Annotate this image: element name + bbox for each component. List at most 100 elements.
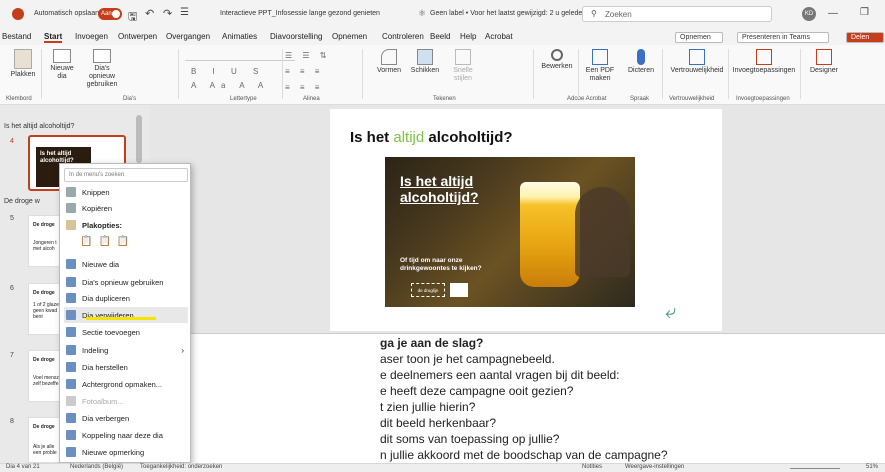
menu-reset-slide[interactable]: Dia herstellen (64, 359, 244, 375)
redo-icon[interactable]: ↷ (163, 7, 172, 20)
image-headline: Is het altijd alcoholtijd? (400, 173, 479, 205)
restore-icon[interactable]: ❐ (860, 7, 869, 18)
image-line2: alcoholtijd? (400, 189, 479, 205)
quick-styles-label: Snelle stijlen (453, 67, 473, 82)
menu-reuse-slides[interactable]: Dia's opnieuw gebruiken (64, 274, 244, 290)
slide-number-7: 7 (10, 352, 14, 359)
menu-new-slide[interactable]: Nieuwe dia (64, 256, 244, 272)
menu-add-section[interactable]: Sectie toevoegen (64, 324, 244, 340)
group-adobe: Adobe Acrobat (567, 96, 607, 102)
tab-animaties[interactable]: Animaties (222, 32, 257, 41)
slide[interactable]: Is het altijd alcoholtijd? Is het altijd… (330, 109, 722, 331)
create-pdf-button[interactable]: Een PDF maken (582, 49, 618, 83)
hide-slide-icon (66, 413, 76, 423)
zoom-slider[interactable] (790, 468, 840, 469)
menu-new-comment[interactable]: Nieuwe opmerking (64, 444, 244, 460)
delete-slide-icon (66, 310, 76, 320)
group-invoegtoepassingen: Invoegtoepassingen (736, 96, 790, 102)
menu-link-slide[interactable]: Koppeling naar deze dia (64, 427, 244, 443)
paragraph-controls[interactable]: ☰ ☰ ⇅ ≡ ≡ ≡ ≡ ≡ ≡ (285, 51, 345, 92)
sensitivity-button[interactable]: Vertrouwelijkheid (666, 49, 728, 75)
slide-count: Dia 4 van 21 (6, 464, 40, 470)
label-status[interactable]: Geen label • Voor het laatst gewijzigd: … (430, 10, 586, 17)
menu-link-label: Koppeling naar deze dia (82, 430, 163, 440)
tab-start[interactable]: Start (44, 32, 63, 43)
designer-icon (816, 49, 832, 65)
customize-icon[interactable]: ☰ (180, 7, 189, 18)
thumb4-line1: Is het altijd (40, 151, 72, 157)
magnifier-icon (551, 49, 563, 61)
teams-button[interactable]: Presenteren in Teams (737, 32, 829, 43)
undo-icon[interactable]: ↶ (145, 7, 154, 20)
menu-delete-slide[interactable]: Dia verwijderen (64, 307, 188, 323)
menu-duplicate-slide[interactable]: Dia dupliceren (64, 290, 244, 306)
tab-opnemen[interactable]: Opnemen (332, 32, 367, 41)
notes-pane[interactable]: ga je aan de slag? aser toon je het camp… (150, 333, 885, 463)
menu-cut[interactable]: Knippen (64, 184, 244, 200)
tab-bestand[interactable]: Bestand (2, 32, 31, 41)
tab-diavoorstelling[interactable]: Diavoorstelling (270, 32, 322, 41)
dictate-button[interactable]: Dicteren (625, 49, 657, 75)
tab-invoegen[interactable]: Invoegen (75, 32, 108, 41)
tab-ontwerpen[interactable]: Ontwerpen (118, 32, 157, 41)
display-settings-button[interactable]: Weergave-instellingen (625, 464, 684, 470)
context-search-input[interactable]: In de menu's zoeken (64, 168, 188, 182)
save-icon[interactable]: 🖫 (128, 8, 137, 27)
addins-button[interactable]: Invoegtoepassingen (730, 49, 798, 75)
section-header-2[interactable]: De droge w (4, 198, 40, 205)
arrange-button[interactable]: Schikken (408, 49, 442, 75)
reuse-slides-button[interactable]: Dia's opnieuw gebruiken (82, 49, 122, 89)
group-dias: Dia's (123, 96, 137, 102)
duplicate-icon (66, 293, 76, 303)
tab-help[interactable]: Help (460, 32, 476, 41)
shapes-button[interactable]: Vormen (372, 49, 406, 75)
new-slide-button[interactable]: Nieuwe dia (48, 49, 76, 81)
notes-button[interactable]: Notities (582, 464, 602, 470)
section-header-1[interactable]: Is het altijd alcoholtijd? (4, 123, 74, 130)
minimize-icon[interactable]: — (828, 8, 838, 19)
note-line: dit soms van toepassing op jullie? (380, 432, 560, 446)
app-logo-icon (12, 8, 24, 20)
link-icon (66, 430, 76, 440)
quick-styles-icon (455, 49, 471, 65)
avatar[interactable]: KD (802, 7, 816, 21)
menu-format-background[interactable]: Achtergrond opmaken... (64, 376, 244, 392)
language[interactable]: Nederlands (België) (70, 464, 123, 470)
sensitivity-icon: ⚛ (418, 8, 427, 18)
autosave-toggle[interactable]: Aan (98, 8, 122, 20)
slide-title[interactable]: Is het altijd alcoholtijd? (350, 129, 513, 146)
share-button[interactable]: Delen (846, 32, 884, 43)
tab-overgangen[interactable]: Overgangen (166, 32, 210, 41)
menu-copy[interactable]: Kopiëren (64, 200, 244, 216)
shapes-label: Vormen (376, 67, 402, 74)
back-arrow-icon[interactable]: ⤶ (665, 301, 676, 324)
paste-icon (66, 220, 76, 230)
zoom-level[interactable]: 51% (866, 464, 878, 470)
divider (800, 49, 801, 99)
thumbnail-scrollbar[interactable] (136, 115, 142, 163)
edit-button[interactable]: Bewerken (540, 49, 574, 71)
tab-acrobat[interactable]: Acrobat (485, 32, 513, 41)
search-box[interactable]: ⚲ Zoeken (582, 6, 772, 22)
paste-option-icons[interactable]: 📋📋📋 (80, 236, 135, 247)
context-menu: In de menu's zoeken Knippen Kopiëren Pla… (59, 163, 191, 463)
accessibility[interactable]: Toegankelijkheid: onderzoeken (140, 464, 222, 470)
title-pre: Is het (350, 129, 394, 146)
designer-button[interactable]: Designer (804, 49, 844, 75)
divider (728, 49, 729, 99)
paste-button[interactable]: Plakken (8, 49, 38, 79)
tab-controleren[interactable]: Controleren (382, 32, 424, 41)
quick-styles-button[interactable]: Snelle stijlen (446, 49, 480, 83)
autosave-toggle-label: Aan (101, 11, 112, 17)
note-line: n jullie akkoord met de boodschap van de… (380, 448, 668, 462)
addins-label: Invoegtoepassingen (732, 67, 796, 74)
thumb7-title: De droge (33, 357, 55, 363)
menu-layout[interactable]: Indeling › (64, 342, 188, 358)
menu-duplicate-label: Dia dupliceren (82, 293, 130, 303)
comment-icon (66, 447, 76, 457)
ribbon-tabs: Bestand Start Invoegen Ontwerpen Overgangen A… (0, 30, 885, 45)
opnemen-button[interactable]: Opnemen (675, 32, 723, 43)
campaign-image[interactable]: Is het altijd alcoholtijd? Of tijd om na… (385, 157, 635, 307)
menu-hide-slide[interactable]: Dia verbergen (64, 410, 244, 426)
tab-beeld[interactable]: Beeld (430, 32, 450, 41)
